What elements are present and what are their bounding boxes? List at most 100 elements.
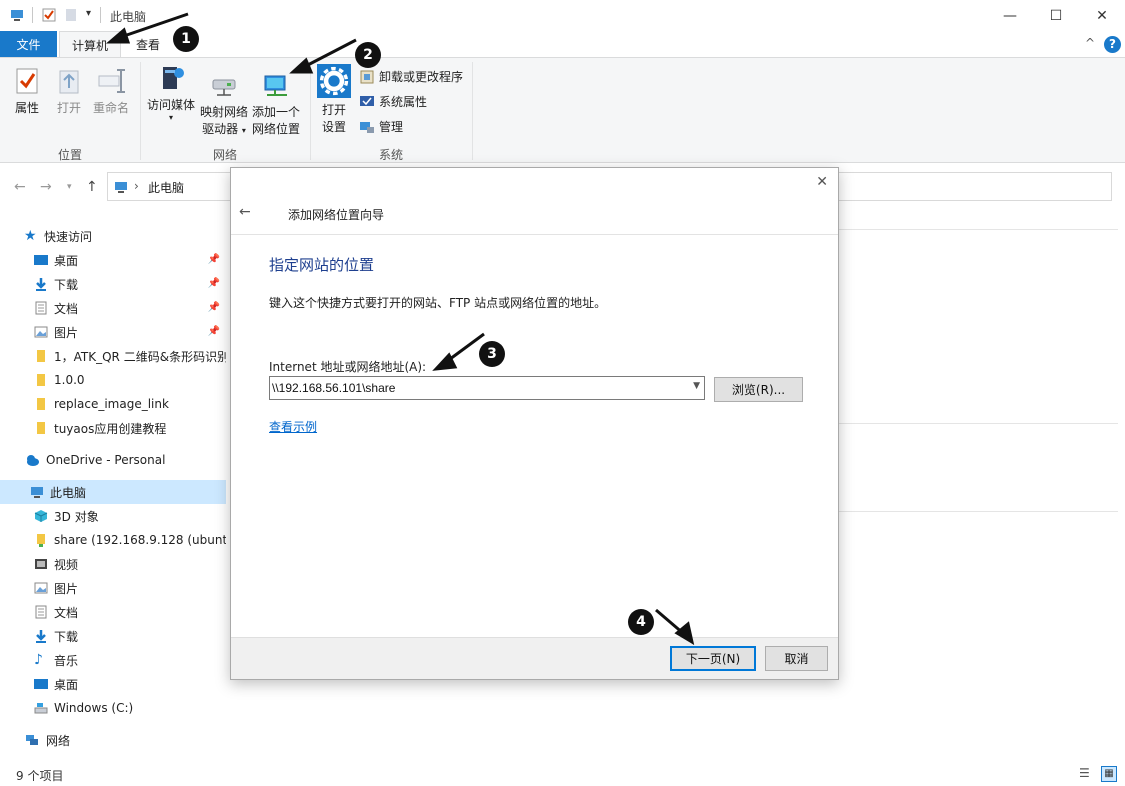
customize-quick-access-icon[interactable]: ▾ — [86, 8, 91, 19]
sidebar-item-label: 1，ATK_QR 二维码&条形码识别 — [54, 349, 226, 364]
divider — [231, 234, 838, 235]
pictures-icon — [34, 326, 48, 338]
add-location-label-2: 网络位置 — [251, 122, 300, 136]
breadcrumb-separator[interactable]: › — [134, 179, 139, 193]
browse-button[interactable]: 浏览(R)... — [714, 377, 803, 402]
collapse-ribbon-icon[interactable]: ^ — [1085, 36, 1095, 50]
sidebar-item-music[interactable]: ♪ 音乐 — [0, 648, 226, 672]
item-count: 9 个项目 — [16, 769, 64, 783]
map-network-drive-button[interactable]: 映射网络 驱动器 ▾ — [199, 70, 249, 139]
open-button[interactable]: 打开 — [52, 66, 86, 117]
properties-icon — [16, 68, 38, 94]
sidebar-item-label: 图片 — [54, 325, 79, 340]
address-field-label: Internet 地址或网络地址(A): — [269, 360, 427, 374]
uninstall-label: 卸载或更改程序 — [379, 70, 464, 84]
recent-locations-icon[interactable]: ▾ — [67, 182, 72, 192]
sidebar-item-onedrive[interactable]: OneDrive - Personal — [0, 448, 226, 472]
window-title: 此电脑 — [110, 10, 147, 24]
sidebar-item-folder[interactable]: tuyaos应用创建教程 — [0, 416, 226, 440]
sidebar-item-this-pc[interactable]: 此电脑 — [0, 480, 226, 504]
video-icon — [35, 559, 47, 569]
tab-computer[interactable]: 计算机 — [59, 31, 121, 58]
open-settings-label-2: 设置 — [321, 120, 346, 134]
network-icon — [26, 735, 38, 745]
manage-button[interactable]: 管理 — [359, 118, 403, 135]
sidebar-item-desktop[interactable]: 桌面 — [0, 672, 226, 696]
document-icon — [35, 605, 47, 619]
system-properties-label: 系统属性 — [379, 95, 428, 109]
breadcrumb[interactable]: 此电脑 — [148, 179, 184, 196]
sidebar-item-downloads[interactable]: 下载 📌 — [0, 272, 226, 296]
sidebar-item-network[interactable]: 网络 — [0, 728, 226, 752]
sidebar-item-windows-drive[interactable]: Windows (C:) — [0, 696, 226, 720]
sidebar-item-label: 1.0.0 — [54, 373, 85, 387]
add-network-location-dialog: ✕ ← 添加网络位置向导 指定网站的位置 键入这个快捷方式要打开的网站、FTP … — [230, 167, 839, 680]
sidebar-item-network-share[interactable]: share (192.168.9.128 (ubuntu — [0, 528, 226, 552]
folder-icon — [37, 422, 45, 434]
step-badge-2: 2 — [355, 42, 381, 68]
map-drive-label-2: 驱动器 ▾ — [202, 122, 246, 136]
sidebar-item-label: tuyaos应用创建教程 — [54, 421, 167, 436]
sidebar-item-documents[interactable]: 文档 — [0, 600, 226, 624]
minimize-button[interactable]: — — [987, 0, 1033, 31]
address-input[interactable] — [272, 380, 682, 396]
up-arrow-icon[interactable]: ↑ — [86, 179, 98, 195]
dialog-description: 键入这个快捷方式要打开的网站、FTP 站点或网络位置的地址。 — [269, 296, 607, 310]
sidebar-item-videos[interactable]: 视频 — [0, 552, 226, 576]
forward-arrow-icon[interactable]: → — [40, 179, 52, 195]
properties-button[interactable]: 属性 — [10, 66, 44, 117]
back-arrow-icon[interactable]: ← — [14, 179, 26, 195]
sidebar-item-folder[interactable]: 1.0.0 — [0, 368, 226, 392]
view-examples-link[interactable]: 查看示例 — [269, 418, 317, 435]
cube-3d-icon — [34, 510, 48, 522]
details-view-icon[interactable]: ☰ — [1079, 766, 1090, 780]
system-properties-button[interactable]: 系统属性 — [359, 93, 427, 110]
sidebar-item-documents[interactable]: 文档 📌 — [0, 296, 226, 320]
sidebar-item-quick-access[interactable]: ★ 快速访问 — [0, 224, 226, 248]
ribbon-tabs: 文件 计算机 查看 ^ ? — [0, 31, 1125, 58]
uninstall-programs-button[interactable]: 卸载或更改程序 — [359, 68, 463, 85]
sidebar-item-folder[interactable]: 1，ATK_QR 二维码&条形码识别 — [0, 344, 226, 368]
separator — [100, 7, 101, 23]
sidebar-item-desktop[interactable]: 桌面 📌 — [0, 248, 226, 272]
sidebar-item-downloads[interactable]: 下载 — [0, 624, 226, 648]
next-button[interactable]: 下一页(N) — [670, 646, 756, 671]
this-pc-icon — [115, 182, 127, 193]
maximize-button[interactable]: ☐ — [1033, 0, 1079, 31]
back-arrow-icon[interactable]: ← — [239, 204, 251, 220]
tab-view[interactable]: 查看 — [124, 31, 172, 57]
open-settings-button[interactable]: 打开 设置 — [316, 64, 352, 136]
group-separator — [472, 62, 473, 160]
download-icon — [36, 278, 46, 291]
dialog-close-icon[interactable]: ✕ — [816, 174, 828, 190]
manage-label: 管理 — [379, 120, 404, 134]
sidebar-item-label: 下载 — [54, 629, 79, 644]
cancel-button[interactable]: 取消 — [765, 646, 828, 671]
access-media-label: 访问媒体 — [146, 98, 195, 112]
properties-label: 属性 — [14, 101, 39, 115]
programs-icon — [360, 70, 374, 83]
sidebar-item-3d-objects[interactable]: 3D 对象 — [0, 504, 226, 528]
sidebar-item-folder[interactable]: replace_image_link — [0, 392, 226, 416]
access-media-button[interactable]: 访问媒体 ▾ — [146, 63, 196, 122]
sidebar-item-pictures[interactable]: 图片 — [0, 576, 226, 600]
this-pc-icon — [11, 10, 23, 21]
close-button[interactable]: ✕ — [1079, 0, 1125, 31]
open-icon — [59, 70, 79, 94]
add-network-location-button[interactable]: 添加一个 网络位置 — [251, 70, 301, 138]
rename-button[interactable]: 重命名 — [90, 66, 132, 117]
settings-gear-icon — [317, 64, 351, 98]
download-icon — [36, 630, 46, 643]
chevron-down-icon[interactable]: ▼ — [693, 381, 700, 391]
tab-file[interactable]: 文件 — [0, 31, 57, 57]
add-location-label-1: 添加一个 — [251, 105, 300, 119]
large-icons-view-icon[interactable]: ▦ — [1101, 766, 1117, 782]
properties-quick-icon[interactable] — [42, 8, 56, 22]
help-icon[interactable]: ? — [1104, 36, 1121, 53]
sidebar-item-label: 桌面 — [54, 253, 79, 268]
new-folder-quick-icon[interactable] — [64, 8, 78, 22]
system-properties-icon — [360, 95, 374, 106]
sidebar-item-pictures[interactable]: 图片 📌 — [0, 320, 226, 344]
address-combobox[interactable]: ▼ — [269, 376, 705, 400]
sidebar-item-label: 快速访问 — [44, 229, 93, 244]
